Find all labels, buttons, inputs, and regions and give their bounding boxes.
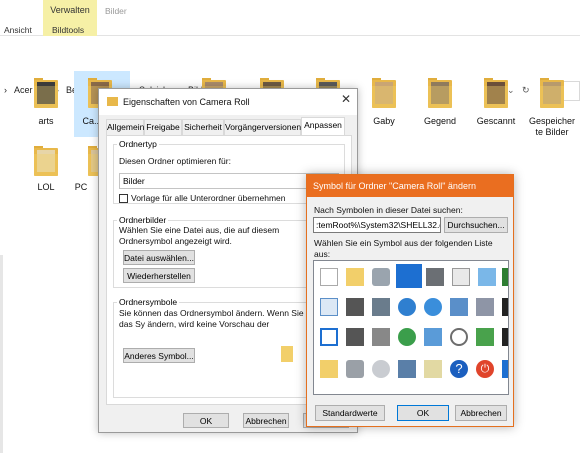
- ok-button[interactable]: OK: [397, 405, 449, 421]
- choose-file-button[interactable]: Datei auswählen...: [123, 250, 195, 265]
- folder-icon[interactable]: [34, 146, 58, 176]
- ok-button[interactable]: OK: [183, 413, 229, 428]
- printer-icon[interactable]: [426, 268, 444, 286]
- partial-icon[interactable]: [502, 298, 508, 316]
- browse-button[interactable]: Durchsuchen...: [444, 217, 508, 233]
- group2-text: Wählen Sie eine Datei aus, die auf diese…: [119, 225, 280, 246]
- group-title: Ordnersymbole: [117, 297, 180, 307]
- floppy-icon[interactable]: [346, 328, 364, 346]
- cancel-button[interactable]: Abbrechen: [243, 413, 289, 428]
- partial-icon[interactable]: [502, 268, 508, 286]
- search-label: Nach Symbolen in dieser Datei suchen:: [314, 205, 463, 215]
- tab-vorgaengerversionen[interactable]: Vorgängerversionen: [224, 119, 301, 136]
- group-title: Ordnertyp: [117, 139, 159, 149]
- folder-label[interactable]: Gaby: [354, 116, 414, 127]
- dialog-title: Symbol für Ordner "Camera Roll" ändern: [307, 175, 513, 197]
- media-icon[interactable]: [476, 298, 494, 316]
- folder-preview-icon: [281, 346, 293, 362]
- tab-ansicht[interactable]: Ansicht: [4, 25, 32, 35]
- ribbon: Verwalten Bilder Ansicht Bildtools: [0, 0, 580, 36]
- folder-icon[interactable]: [484, 78, 508, 108]
- tab-freigabe[interactable]: Freigabe: [144, 119, 182, 136]
- tab-verwalten[interactable]: Verwalten: [43, 0, 97, 21]
- arrow-icon[interactable]: [476, 328, 494, 346]
- folder-icon[interactable]: [540, 78, 564, 108]
- delete-drive-icon[interactable]: [372, 328, 390, 346]
- network-icon[interactable]: [424, 298, 442, 316]
- change-icon-dialog: Symbol für Ordner "Camera Roll" ändern N…: [306, 174, 514, 427]
- laptop-icon[interactable]: [398, 360, 416, 378]
- magnifier-icon[interactable]: [450, 328, 468, 346]
- power-icon[interactable]: ⏻: [476, 360, 494, 378]
- window-icon[interactable]: [478, 268, 496, 286]
- optimize-value: Bilder: [123, 176, 145, 186]
- list-label: Wählen Sie ein Symbol aus der folgenden …: [314, 238, 493, 259]
- close-icon[interactable]: ✕: [341, 93, 351, 105]
- disc-icon[interactable]: [372, 360, 390, 378]
- folder-icon[interactable]: [346, 268, 364, 286]
- disk-drive-icon[interactable]: [396, 264, 422, 288]
- folder-label[interactable]: Gescannt: [466, 116, 526, 127]
- cancel-button[interactable]: Abbrechen: [455, 405, 507, 421]
- document-icon[interactable]: [320, 268, 338, 286]
- cd-icon[interactable]: [398, 328, 416, 346]
- tab-anpassen[interactable]: Anpassen: [301, 117, 345, 136]
- settings-doc-icon[interactable]: [452, 268, 470, 286]
- folder-icon[interactable]: [34, 78, 58, 108]
- nav-pane-scroll[interactable]: [0, 255, 3, 453]
- crumb-sep-icon: ›: [4, 85, 7, 95]
- partial-icon[interactable]: [502, 360, 508, 378]
- folder-icon: [107, 97, 118, 106]
- tab-sicherheit[interactable]: Sicherheit: [182, 119, 224, 136]
- folder-icon[interactable]: [372, 78, 396, 108]
- network-drive-icon[interactable]: [372, 298, 390, 316]
- grid-icon[interactable]: [424, 360, 442, 378]
- group-bildtools: Bildtools: [52, 25, 85, 35]
- folder-label[interactable]: PC: [66, 182, 96, 193]
- refresh-icon[interactable]: ↻: [522, 85, 530, 96]
- group-title: Ordnerbilder: [117, 215, 169, 225]
- dialog-titlebar: Eigenschaften von Camera Roll ✕: [99, 89, 357, 115]
- computer-icon[interactable]: [346, 298, 364, 316]
- dropdown-icon[interactable]: ⌄: [507, 85, 515, 96]
- optimize-label: Diesen Ordner optimieren für:: [119, 156, 231, 166]
- address-bar[interactable]: › Acer (C:) › Benutzer › Gaby Salvisberg…: [0, 40, 580, 101]
- other-symbol-button[interactable]: Anderes Symbol...: [123, 348, 195, 363]
- list-doc-icon[interactable]: [320, 298, 338, 316]
- window-frame-icon[interactable]: [320, 328, 338, 346]
- folder-icon[interactable]: [320, 360, 338, 378]
- drive-icon[interactable]: [346, 360, 364, 378]
- globe-icon[interactable]: [398, 298, 416, 316]
- dialog-title: Eigenschaften von Camera Roll: [123, 97, 250, 107]
- tab-allgemein[interactable]: Allgemein: [106, 119, 144, 136]
- path-input[interactable]: :temRoot%\System32\SHELL32.dll: [313, 217, 441, 233]
- network-map-icon[interactable]: [424, 328, 442, 346]
- tab-bilder[interactable]: Bilder: [105, 6, 127, 16]
- folder-icon[interactable]: [428, 78, 452, 108]
- subfolder-checkbox[interactable]: [119, 194, 128, 203]
- group3-text: Sie können das Ordnersymbol ändern. Wenn…: [119, 308, 304, 329]
- restore-button[interactable]: Wiederherstellen: [123, 268, 195, 283]
- help-icon[interactable]: ?: [450, 360, 468, 378]
- default-button[interactable]: Standardwerte: [315, 405, 385, 421]
- folder-label[interactable]: Gegend: [410, 116, 470, 127]
- partial-icon[interactable]: [502, 328, 508, 346]
- icon-list[interactable]: ? ⏻: [313, 260, 509, 395]
- subfolder-label: Vorlage für alle Unterordner übernehmen: [131, 193, 286, 203]
- control-panel-icon[interactable]: [450, 298, 468, 316]
- folder-label[interactable]: Gespeicher te Bilder: [522, 116, 580, 138]
- drive-icon[interactable]: [372, 268, 390, 286]
